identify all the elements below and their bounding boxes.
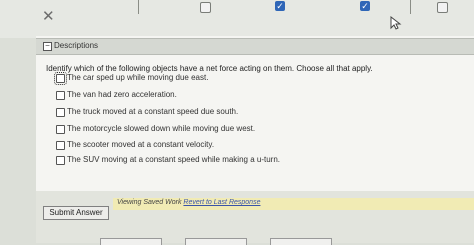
option-label: The scooter moved at a constant velocity… — [67, 140, 215, 149]
answer-footer: Viewing Saved Work Revert to Last Respon… — [36, 191, 474, 243]
toolbar-divider — [410, 0, 411, 14]
option-checkbox[interactable] — [54, 72, 67, 85]
saved-work-banner: Viewing Saved Work Revert to Last Respon… — [113, 198, 474, 210]
option-checkbox[interactable] — [56, 125, 65, 134]
toolbar-checkbox-icon[interactable] — [437, 2, 448, 13]
descriptions-label: Descriptions — [54, 41, 99, 50]
option-checkbox[interactable] — [56, 156, 65, 165]
bottom-tab[interactable] — [185, 238, 247, 245]
option-label: The van had zero acceleration. — [67, 90, 177, 99]
collapse-icon[interactable]: − — [43, 42, 52, 51]
option-checkbox[interactable] — [56, 141, 65, 150]
toolbar-divider — [138, 0, 139, 14]
mouse-cursor-icon — [390, 16, 402, 30]
submit-answer-button[interactable]: Submit Answer — [43, 206, 109, 220]
top-toolbar: ✕ ✓ ✓ — [0, 0, 474, 38]
question-prompt: Identify which of the following objects … — [46, 64, 373, 73]
option-label: The truck moved at a constant speed due … — [67, 107, 239, 116]
option-label: The motorcycle slowed down while moving … — [67, 124, 256, 133]
toolbar-checked-icon[interactable]: ✓ — [360, 1, 370, 11]
toolbar-checkbox-icon[interactable] — [200, 2, 211, 13]
question-panel: − Descriptions Identify which of the fol… — [36, 36, 474, 191]
option-label: The SUV moving at a constant speed while… — [67, 155, 280, 164]
bottom-tab[interactable] — [270, 238, 332, 245]
revert-link[interactable]: Revert to Last Response — [183, 199, 260, 206]
option-label: The car sped up while moving due east. — [67, 73, 209, 82]
bottom-tab[interactable] — [100, 238, 162, 245]
saved-work-text: Viewing Saved Work Revert to Last Respon… — [117, 199, 260, 206]
option-checkbox[interactable] — [56, 91, 65, 100]
descriptions-header[interactable]: − Descriptions — [36, 38, 474, 55]
saved-work-label: Viewing Saved Work — [117, 199, 182, 206]
toolbar-checked-icon[interactable]: ✓ — [275, 1, 285, 11]
option-checkbox[interactable] — [56, 108, 65, 117]
close-icon[interactable]: ✕ — [42, 9, 55, 24]
